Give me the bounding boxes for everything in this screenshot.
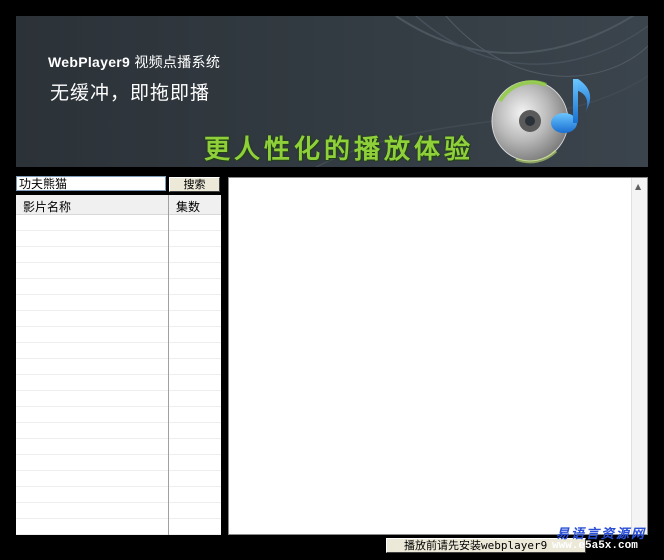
movie-list[interactable]: 影片名称 集数 xyxy=(16,195,221,535)
search-button[interactable]: 搜索 xyxy=(169,177,220,192)
app-title: WebPlayer9 视频点播系统 xyxy=(48,52,220,72)
disc-music-note-icon xyxy=(491,79,591,164)
header-banner: WebPlayer9 视频点播系统 无缓冲，即拖即播 更人性化的播放体验 xyxy=(16,16,648,167)
watermark-url: www.e5a5x.com xyxy=(552,540,638,552)
player-web-view[interactable]: ▲ xyxy=(228,177,648,535)
column-header-episodes[interactable]: 集数 xyxy=(176,198,200,215)
search-input[interactable] xyxy=(16,176,166,191)
column-header-title[interactable]: 影片名称 xyxy=(23,198,71,215)
list-rows xyxy=(16,215,221,535)
app-name: WebPlayer9 xyxy=(48,54,131,70)
banner-subtitle: 无缓冲，即拖即播 xyxy=(50,82,211,104)
banner-slogan: 更人性化的播放体验 xyxy=(204,135,475,165)
app-description: 视频点播系统 xyxy=(134,54,221,70)
column-divider xyxy=(168,195,169,535)
list-header: 影片名称 集数 xyxy=(16,195,221,215)
vertical-scrollbar[interactable]: ▲ xyxy=(631,178,647,534)
scroll-up-arrow-icon[interactable]: ▲ xyxy=(635,182,641,191)
